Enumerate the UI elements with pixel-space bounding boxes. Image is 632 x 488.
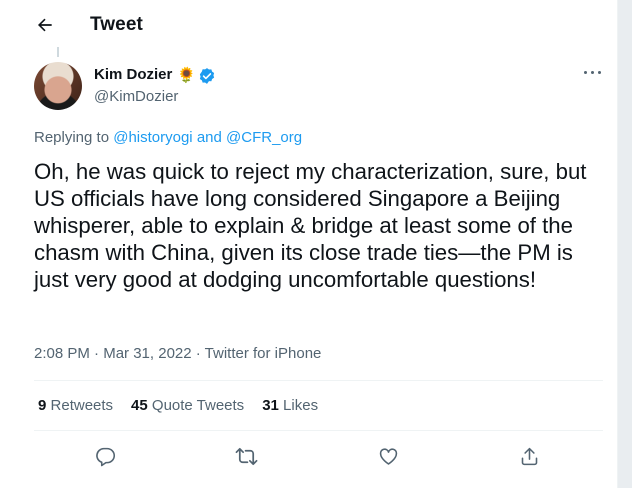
replying-to: Replying to @historyogi and @CFR_org <box>34 129 302 146</box>
share-button[interactable] <box>516 443 542 469</box>
share-icon <box>521 447 537 465</box>
header-bar: Tweet <box>0 0 617 50</box>
tweet-date[interactable]: Mar 31, 2022 <box>103 345 191 362</box>
likes-count: 31 <box>262 397 279 414</box>
tweet-source[interactable]: Twitter for iPhone <box>205 345 322 362</box>
reply-user-link[interactable]: @historyogi <box>113 129 192 146</box>
more-icon <box>583 70 602 74</box>
author-name[interactable]: Kim Dozier <box>94 66 172 83</box>
retweet-icon <box>235 447 257 465</box>
like-button[interactable] <box>375 443 401 469</box>
divider <box>34 430 603 431</box>
back-arrow-icon <box>38 18 52 32</box>
avatar[interactable] <box>34 62 82 110</box>
tweet-stats: 9 Retweets 45 Quote Tweets 31 Likes <box>38 397 334 414</box>
thread-connector-line <box>57 47 59 57</box>
reply-icon <box>95 447 115 466</box>
tweet-text: Oh, he was quick to reject my characteri… <box>34 159 587 292</box>
back-button[interactable] <box>32 12 58 38</box>
reply-user-link[interactable]: @CFR_org <box>226 129 302 146</box>
author-handle[interactable]: @KimDozier <box>94 88 178 105</box>
tweet-detail-panel: Tweet Kim Dozier 🌻 @KimDozier Replying t… <box>0 0 618 488</box>
quotes-count: 45 <box>131 397 148 414</box>
retweets-count: 9 <box>38 397 47 414</box>
replying-prefix: Replying to <box>34 129 114 146</box>
likes-label: Likes <box>283 397 319 414</box>
reply-button[interactable] <box>92 443 118 469</box>
verified-badge-icon <box>199 68 215 84</box>
meta-separator: · <box>89 345 104 362</box>
retweet-button[interactable] <box>233 443 259 469</box>
retweets-label: Retweets <box>50 397 114 414</box>
quotes-label: Quote Tweets <box>151 397 245 414</box>
divider <box>34 380 603 381</box>
page-title: Tweet <box>90 14 143 35</box>
likes-stat[interactable]: 31 Likes <box>262 397 318 414</box>
more-options-button[interactable] <box>582 62 602 82</box>
tweet-time[interactable]: 2:08 PM <box>34 345 90 362</box>
like-icon <box>379 447 397 465</box>
retweets-stat[interactable]: 9 Retweets <box>38 397 113 414</box>
tweet-meta: 2:08 PM · Mar 31, 2022 · Twitter for iPh… <box>34 345 321 362</box>
reply-and-link[interactable]: and <box>193 129 226 146</box>
quote-tweets-stat[interactable]: 45 Quote Tweets <box>131 397 244 414</box>
sunflower-emoji: 🌻 <box>177 67 196 84</box>
meta-separator: · <box>191 345 205 362</box>
